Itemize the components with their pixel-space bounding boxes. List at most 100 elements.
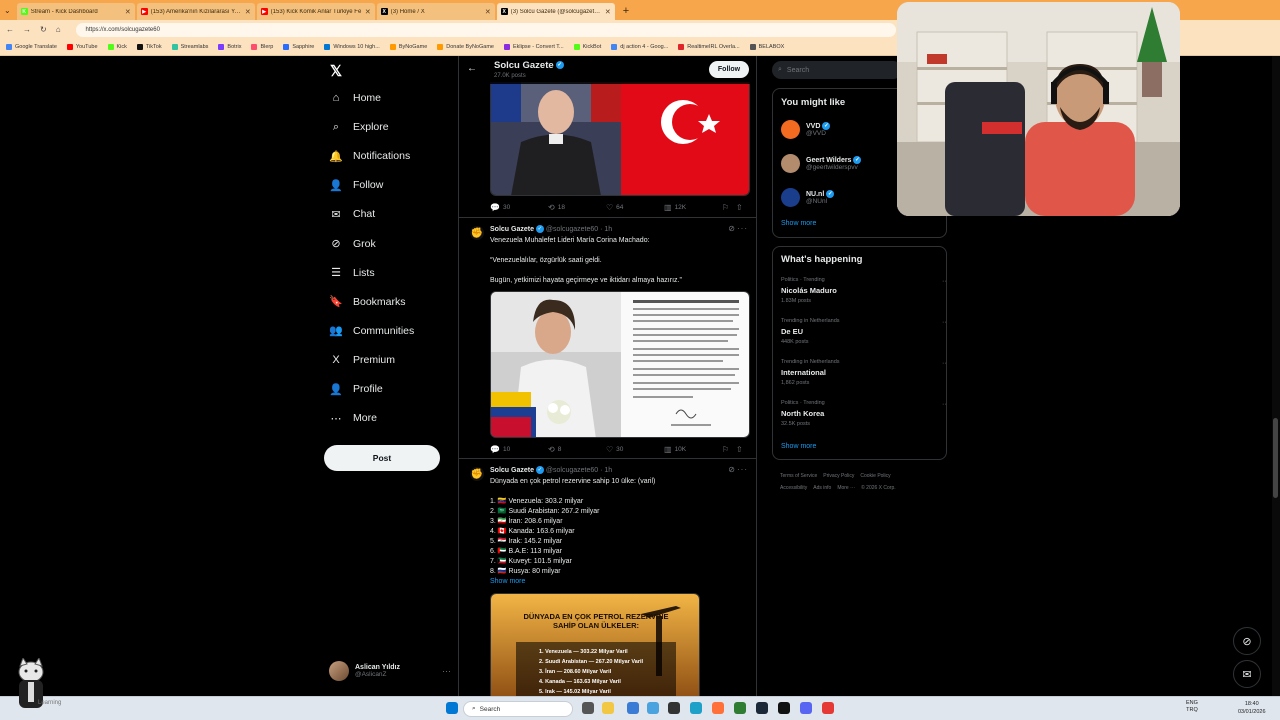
new-tab-button[interactable]: +: [617, 3, 635, 20]
share-button[interactable]: ⇧: [736, 445, 743, 454]
grok-icon[interactable]: ⊘: [728, 224, 735, 233]
close-tab-icon[interactable]: ✕: [125, 8, 131, 16]
nav-item-grok[interactable]: ⊘ Grok: [329, 237, 375, 251]
trend-item[interactable]: Trending in Netherlands International 1,86…: [781, 359, 946, 386]
firefox-icon[interactable]: [712, 702, 724, 714]
footer-link[interactable]: Accessibility: [780, 485, 807, 491]
footer-link[interactable]: Privacy Policy: [823, 473, 854, 479]
bookmark-item[interactable]: Google Translate: [6, 44, 57, 50]
bookmark-item[interactable]: Eklipse - Convert T...: [503, 44, 564, 50]
start-icon[interactable]: [446, 702, 458, 714]
nav-item-lists[interactable]: ☰ Lists: [329, 266, 375, 280]
grok-floating-button[interactable]: ⊘: [1233, 627, 1261, 655]
trend-more-icon[interactable]: ···: [942, 278, 946, 285]
messages-floating-button[interactable]: ✉: [1233, 660, 1261, 688]
bookmark-item[interactable]: Kick: [107, 44, 127, 50]
tweet-media[interactable]: DÜNYADA EN ÇOK PETROL REZERVİNE SAHİP OL…: [490, 593, 700, 696]
close-tab-icon[interactable]: ✕: [245, 8, 251, 16]
trend-more-icon[interactable]: ···: [942, 319, 946, 326]
tweet-author-name[interactable]: Solcu Gazete: [490, 467, 534, 474]
tweet-author-handle[interactable]: @solcugazete60 · 1h: [546, 467, 612, 474]
tweet[interactable]: ✊ Solcu Gazete ✓ @solcugazete60 · 1h ⊘ ··…: [459, 218, 756, 459]
app-icon[interactable]: [778, 702, 790, 714]
bookmark-button[interactable]: ⚐: [722, 203, 736, 212]
trend-more-icon[interactable]: ···: [942, 360, 946, 367]
steam-icon[interactable]: [756, 702, 768, 714]
footer-link[interactable]: © 2026 X Corp.: [861, 485, 896, 491]
close-tab-icon[interactable]: ✕: [605, 8, 611, 16]
forward-icon[interactable]: →: [23, 25, 31, 34]
nav-item-more[interactable]: ⋯ More: [329, 411, 377, 425]
close-tab-icon[interactable]: ✕: [365, 8, 371, 16]
bookmark-item[interactable]: YouTube: [66, 44, 98, 50]
nav-item-premium[interactable]: X Premium: [329, 353, 395, 367]
footer-link[interactable]: Terms of Service: [780, 473, 817, 479]
who-to-follow-item[interactable]: VVD ✓ @VVD: [781, 120, 831, 139]
bookmark-button[interactable]: ⚐: [722, 445, 736, 454]
taskbar-clock[interactable]: 18:40 03/01/2026: [1238, 700, 1266, 716]
footer-link[interactable]: Cookie Policy: [860, 473, 890, 479]
x-logo-icon[interactable]: 𝕏: [330, 62, 342, 80]
show-more-link[interactable]: Show more: [490, 577, 750, 587]
search-input[interactable]: ⌕ Search: [772, 61, 902, 79]
language-indicator[interactable]: ENG TRQ: [1186, 700, 1198, 714]
bookmark-item[interactable]: Donate ByNoGame: [437, 44, 494, 50]
trend-item[interactable]: Politics · Trending Nicolás Maduro 1.83M p…: [781, 277, 946, 304]
tweet-author-handle[interactable]: @solcugazete60 · 1h: [546, 226, 612, 233]
nav-item-profile[interactable]: 👤 Profile: [329, 382, 383, 396]
bookmark-item[interactable]: KickBot: [573, 44, 601, 50]
tweet-author-avatar[interactable]: ✊: [470, 226, 484, 240]
taskbar-search[interactable]: ⌕ Search: [463, 701, 573, 717]
views-button[interactable]: ▥ 12K: [664, 203, 722, 212]
repost-button[interactable]: ⟲ 18: [548, 203, 606, 212]
footer-link[interactable]: Ads info: [813, 485, 831, 491]
bookmark-item[interactable]: ByNoGame: [389, 44, 427, 50]
reload-icon[interactable]: ↻: [40, 25, 47, 34]
home-icon[interactable]: ⌂: [56, 25, 61, 34]
nav-item-explore[interactable]: ⌕ Explore: [329, 120, 389, 134]
who-show-more-link[interactable]: Show more: [781, 220, 816, 227]
tweet-more-icon[interactable]: ···: [737, 224, 748, 233]
trend-item[interactable]: Politics · Trending North Korea 32.5K post…: [781, 400, 946, 427]
bookmark-item[interactable]: RealtimeIRL Overla...: [678, 44, 740, 50]
bookmark-item[interactable]: dj action 4 - Goog...: [611, 44, 668, 50]
like-button[interactable]: ♡ 64: [606, 203, 664, 212]
file-explorer-icon[interactable]: [602, 702, 614, 714]
views-button[interactable]: ▥ 10K: [664, 445, 722, 454]
nav-item-home[interactable]: ⌂ Home: [329, 91, 381, 105]
footer-link[interactable]: More ···: [837, 485, 855, 491]
mail-app-icon[interactable]: [647, 702, 659, 714]
bookmark-item[interactable]: Botrix: [218, 44, 241, 50]
url-field[interactable]: https://x.com/solcugazete60: [75, 22, 896, 37]
app-icon[interactable]: [822, 702, 834, 714]
tweet-author-name[interactable]: Solcu Gazete: [490, 226, 534, 233]
browser-tab[interactable]: ▶ (153) Amerika'nın Kızılararası Yatır ✕: [136, 3, 255, 20]
nav-item-chat[interactable]: ✉ Chat: [329, 207, 375, 221]
tweet-author-avatar[interactable]: ✊: [470, 467, 484, 481]
repost-button[interactable]: ⟲ 8: [548, 445, 606, 454]
browser-tab[interactable]: K Stream - Kick Dashboard ✕: [16, 3, 135, 20]
bookmark-item[interactable]: TikTok: [136, 44, 162, 50]
browser-tab[interactable]: X (3) Home / X ✕: [376, 3, 495, 20]
store-icon[interactable]: [627, 702, 639, 714]
grok-icon[interactable]: ⊘: [728, 465, 735, 474]
who-to-follow-item[interactable]: NU.nl ✓ @NUnl: [781, 188, 835, 207]
tweet[interactable]: ✊ Solcu Gazete ✓ @solcugazete60 · 1h ⊘ ··…: [459, 459, 756, 696]
tweet-media[interactable]: [490, 291, 750, 438]
follow-button[interactable]: Follow: [709, 61, 749, 78]
nav-item-bookmarks[interactable]: 🔖 Bookmarks: [329, 295, 405, 309]
tab-menu-icon[interactable]: ⌄: [4, 6, 11, 15]
discord-icon[interactable]: [800, 702, 812, 714]
trend-more-icon[interactable]: ···: [942, 401, 946, 408]
reply-button[interactable]: 💬 30: [490, 203, 548, 212]
back-arrow-icon[interactable]: ←: [467, 63, 477, 74]
nav-item-notifications[interactable]: 🔔 Notifications: [329, 149, 410, 163]
like-button[interactable]: ♡ 30: [606, 445, 664, 454]
nav-item-communities[interactable]: 👥 Communities: [329, 324, 414, 338]
post-button[interactable]: Post: [324, 445, 440, 471]
account-switcher[interactable]: Aslican Yıldız @AslicanZ ···: [329, 658, 451, 684]
app-icon[interactable]: [734, 702, 746, 714]
who-to-follow-item[interactable]: Geert Wilders ✓ @geertwilderspvv: [781, 154, 862, 173]
tweet-media[interactable]: [490, 82, 750, 196]
account-more-icon[interactable]: ···: [442, 666, 451, 676]
